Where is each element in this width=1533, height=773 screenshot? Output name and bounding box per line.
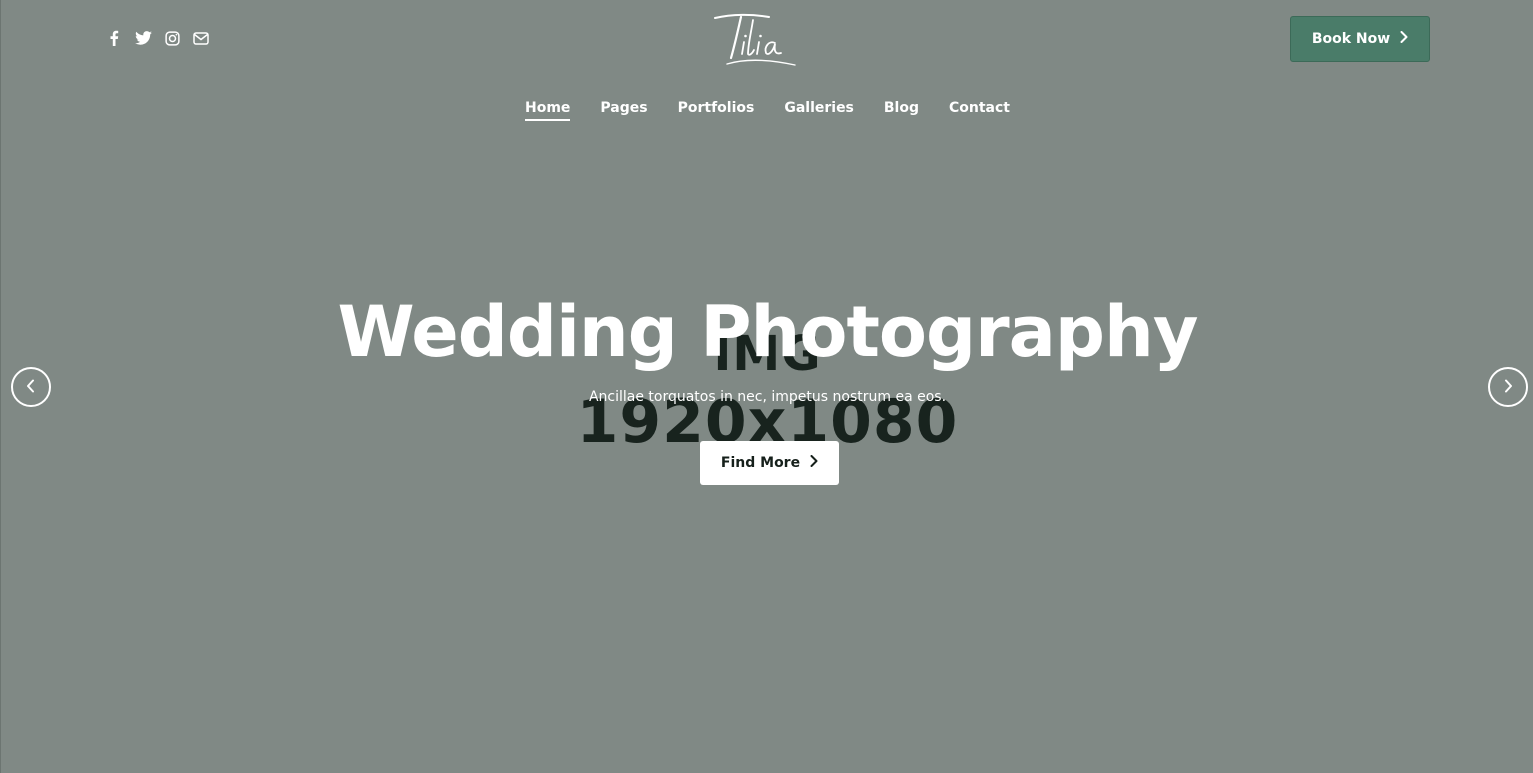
nav-item-portfolios[interactable]: Portfolios — [678, 97, 755, 119]
mail-icon[interactable] — [192, 29, 210, 47]
nav-item-pages[interactable]: Pages — [600, 97, 647, 119]
social-links — [105, 29, 210, 47]
slider-next-button[interactable] — [1488, 367, 1528, 407]
chevron-right-icon — [810, 455, 818, 471]
find-more-button[interactable]: Find More — [700, 441, 839, 485]
facebook-icon[interactable] — [105, 29, 123, 47]
main-navigation: Home Pages Portfolios Galleries Blog Con… — [1, 97, 1533, 121]
chevron-right-icon — [1503, 378, 1513, 397]
chevron-right-icon — [1400, 31, 1408, 47]
hero-subtitle: Ancillae torquatos in nec, impetus nostr… — [588, 389, 947, 405]
hero-slider: IMG 1920x1080 Book Now Home Pages Portfo… — [0, 0, 1533, 773]
book-now-label: Book Now — [1311, 31, 1391, 47]
find-more-label: Find More — [720, 455, 801, 471]
nav-item-home[interactable]: Home — [524, 97, 571, 121]
instagram-icon[interactable] — [163, 29, 181, 47]
twitter-icon[interactable] — [134, 29, 152, 47]
chevron-left-icon — [26, 378, 36, 397]
nav-item-galleries[interactable]: Galleries — [784, 97, 854, 119]
slider-prev-button[interactable] — [11, 367, 51, 407]
nav-item-contact[interactable]: Contact — [949, 97, 1010, 119]
book-now-button[interactable]: Book Now — [1290, 16, 1430, 62]
hero-title: Wedding Photography — [337, 291, 1199, 373]
nav-item-blog[interactable]: Blog — [884, 97, 919, 119]
site-logo[interactable] — [707, 8, 802, 70]
